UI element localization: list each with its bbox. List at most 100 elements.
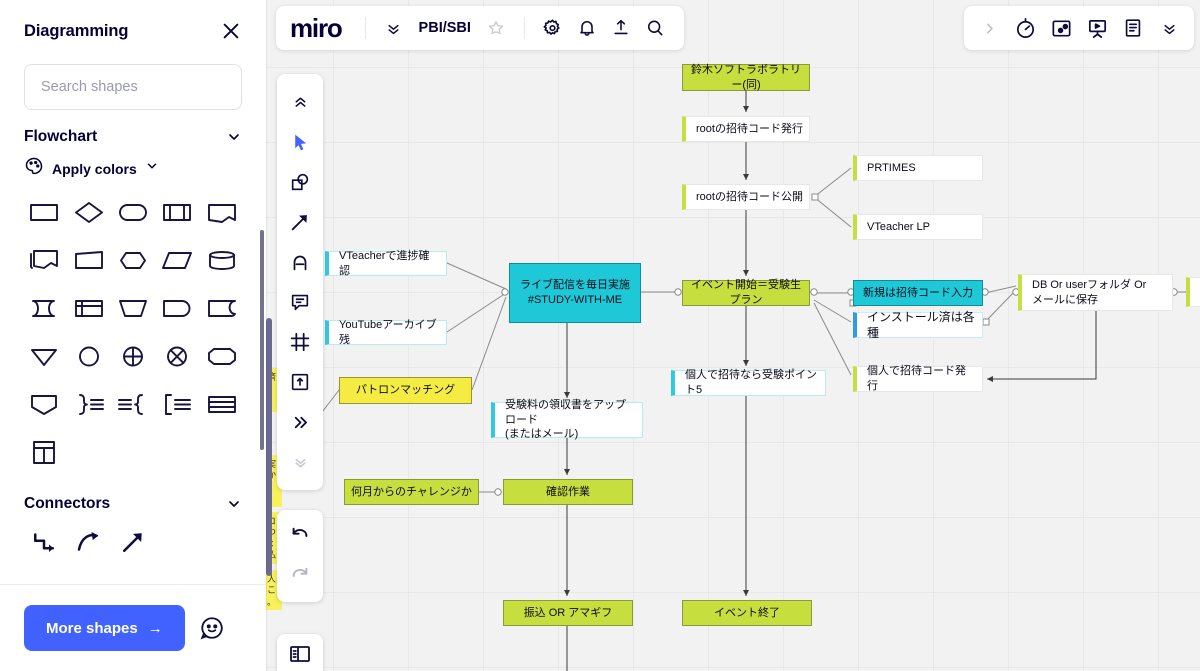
brace-right-shape[interactable] xyxy=(66,387,110,421)
diagram-node[interactable]: VTeacherで進捗確認 xyxy=(325,250,447,277)
shield-shape[interactable] xyxy=(22,387,66,421)
diagram-node[interactable]: 振込 OR アマギフ xyxy=(503,600,633,626)
section-header-connectors[interactable]: Connectors xyxy=(0,469,266,517)
diagram-node[interactable]: 鈴木ソフトラボラトリー(同) xyxy=(682,64,810,91)
parallelogram-shape[interactable] xyxy=(155,243,199,277)
octagon-shape[interactable] xyxy=(200,339,244,373)
star-icon[interactable] xyxy=(481,13,511,43)
chevron-double-down-icon[interactable] xyxy=(379,13,409,43)
rounded-rectangle-shape[interactable] xyxy=(111,195,155,229)
arrow-tool[interactable] xyxy=(280,202,320,242)
predefined-process-shape[interactable] xyxy=(155,195,199,229)
flowchart-shapes-grid xyxy=(0,185,266,469)
presentation-icon[interactable] xyxy=(1082,13,1112,43)
upload-tool[interactable] xyxy=(280,362,320,402)
close-icon[interactable] xyxy=(218,18,244,44)
bell-icon[interactable] xyxy=(572,13,602,43)
diamond-shape[interactable] xyxy=(66,195,110,229)
expand-down-icon[interactable] xyxy=(280,442,320,482)
timer-icon[interactable] xyxy=(1010,13,1040,43)
diagram-node[interactable]: 受験料の領収書をアップロード (またはメール) xyxy=(491,399,643,440)
stored-data-shape[interactable] xyxy=(22,291,66,325)
diagram-node[interactable]: 個人で招待コード発行 xyxy=(853,365,983,392)
more-shapes-label: More shapes xyxy=(46,619,138,637)
apply-colors-label: Apply colors xyxy=(52,160,137,177)
panel-toggle-button[interactable] xyxy=(277,634,323,671)
diagram-node[interactable]: パトロンマッチング xyxy=(339,377,472,404)
cursor-select-tool[interactable] xyxy=(280,122,320,162)
diagram-node[interactable]: rootの招待コード発行 xyxy=(682,116,810,142)
chevron-down-icon[interactable] xyxy=(226,496,242,512)
diagram-node[interactable]: 個人で招待なら受験ポイント5 xyxy=(671,369,826,396)
diagram-node[interactable]: インストール済は各種 xyxy=(853,310,983,340)
upload-icon[interactable] xyxy=(606,13,636,43)
cylinder-shape[interactable] xyxy=(200,243,244,277)
notes-icon[interactable] xyxy=(1118,13,1148,43)
diagram-node[interactable]: 何月からのチャレンジか xyxy=(344,479,479,505)
sidebar-scrollbar[interactable] xyxy=(260,230,264,450)
or-junction-shape[interactable] xyxy=(155,339,199,373)
rectangle-shape[interactable] xyxy=(22,195,66,229)
chevron-down-icon[interactable] xyxy=(226,129,242,145)
board-name[interactable]: PBI/SBI xyxy=(413,20,477,36)
summing-junction-shape[interactable] xyxy=(111,339,155,373)
undo-icon[interactable] xyxy=(280,516,320,556)
collapse-up-icon[interactable] xyxy=(280,82,320,122)
miro-logo[interactable]: miro xyxy=(290,13,352,44)
pen-tool[interactable] xyxy=(280,242,320,282)
redo-icon[interactable] xyxy=(280,556,320,596)
section-title-connectors: Connectors xyxy=(24,495,111,512)
chevron-double-down-icon[interactable] xyxy=(1154,13,1184,43)
tape-shape[interactable] xyxy=(200,291,244,325)
diagram-node[interactable]: 確認作業 xyxy=(503,479,633,505)
brace-left-shape[interactable] xyxy=(111,387,155,421)
diagram-node[interactable]: 新規は招待コード入力 xyxy=(853,280,983,306)
hexagon-shape[interactable] xyxy=(111,243,155,277)
inverted-triangle-shape[interactable] xyxy=(22,339,66,373)
terminator-shape[interactable] xyxy=(155,291,199,325)
bracket-shape[interactable] xyxy=(155,387,199,421)
panel-toggle-icon xyxy=(288,642,312,671)
diagram-node[interactable]: イベント終了 xyxy=(682,600,812,626)
canvas-vertical-scrollbar[interactable] xyxy=(266,318,272,576)
straight-connector[interactable] xyxy=(111,525,155,559)
search-icon[interactable] xyxy=(640,13,670,43)
curved-connector[interactable] xyxy=(66,525,110,559)
diagram-node[interactable]: rootの招待コード公開 xyxy=(682,184,810,210)
diagram-node[interactable]: イベント開始＝受験生プラン xyxy=(682,279,810,306)
diagram-node[interactable]: VTeacher LP xyxy=(853,214,983,240)
split-table-shape[interactable] xyxy=(22,435,66,469)
board-canvas[interactable]: 鈴木ソフトラボラトリー(同) rootの招待コード発行 rootの招待コード公開 PR… xyxy=(266,0,1200,671)
diagram-node[interactable]: DB Or userフォルダ Or メールに保存 xyxy=(1018,274,1173,311)
diagram-node[interactable]: PRTIMES xyxy=(853,155,983,181)
gear-icon[interactable] xyxy=(538,13,568,43)
chevron-down-icon[interactable] xyxy=(145,159,159,178)
shapes-tool[interactable] xyxy=(280,162,320,202)
multi-document-shape[interactable] xyxy=(22,243,66,277)
creation-toolbar xyxy=(277,74,323,490)
diagram-node[interactable]: ライブ配信を毎日実施 #STUDY-WITH-ME xyxy=(509,263,641,323)
search-input[interactable] xyxy=(24,64,242,110)
internal-storage-shape[interactable] xyxy=(66,291,110,325)
more-shapes-button[interactable]: More shapes → xyxy=(24,605,185,651)
search-shapes-container xyxy=(0,54,266,110)
table-shape[interactable] xyxy=(200,387,244,421)
chevron-right-icon[interactable] xyxy=(974,13,1004,43)
apply-colors-control[interactable]: Apply colors xyxy=(0,150,266,185)
screen-share-icon[interactable] xyxy=(1046,13,1076,43)
frame-tool[interactable] xyxy=(280,322,320,362)
diagram-node[interactable] xyxy=(1186,277,1200,307)
document-shape[interactable] xyxy=(200,195,244,229)
connectors-grid xyxy=(0,517,266,559)
section-header-flowchart[interactable]: Flowchart xyxy=(0,110,266,150)
trapezoid-shape[interactable] xyxy=(66,243,110,277)
arrow-right-icon: → xyxy=(147,619,163,637)
manual-operation-shape[interactable] xyxy=(111,291,155,325)
sidebar-scroll-area[interactable]: Flowchart Apply colors Connectors xyxy=(0,110,266,576)
circle-shape[interactable] xyxy=(66,339,110,373)
diagram-node[interactable]: YouTubeアーカイブ残 xyxy=(325,319,447,346)
more-tools-icon[interactable] xyxy=(280,402,320,442)
comment-tool[interactable] xyxy=(280,282,320,322)
smiley-icon[interactable] xyxy=(199,615,225,641)
elbow-connector[interactable] xyxy=(22,525,66,559)
